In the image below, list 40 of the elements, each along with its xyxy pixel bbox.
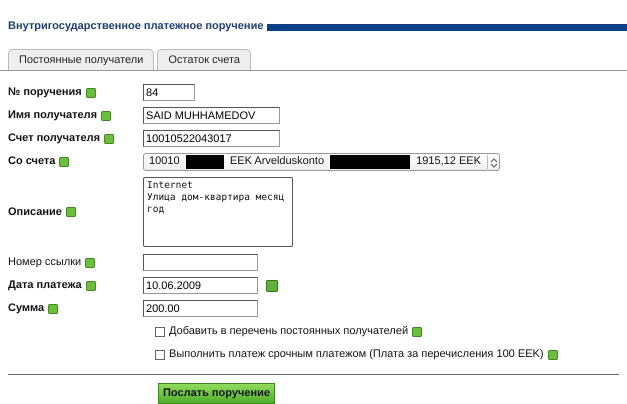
chevron-icon [487,154,499,168]
info-icon[interactable] [48,304,58,314]
checkbox-label: Выполнить платеж срочным платежом (Плата за перечисления 100 EEK) [169,347,544,362]
page-title: Внутригосударственное платежное поручение [7,19,264,34]
submit-button[interactable]: Послать поручение [158,383,275,404]
field-label: Номер ссылки [8,255,82,270]
info-icon[interactable] [412,326,422,336]
info-icon[interactable] [100,110,111,120]
redaction-mark [186,154,224,168]
info-icon[interactable] [104,134,114,144]
field-label: Счет получателя [8,131,100,146]
select-text: EEK Arvelduskonto [230,154,324,170]
field-label: Сумма [8,301,44,316]
info-icon[interactable] [86,280,96,290]
field-label: Описание [8,204,62,220]
field-label: Со счета [8,154,56,170]
info-icon[interactable] [59,156,70,166]
checkbox[interactable] [155,350,165,360]
calendar-icon[interactable] [266,280,278,292]
info-icon[interactable] [66,207,76,217]
info-icon[interactable] [86,88,96,98]
field-label: Дата платежа [8,278,82,294]
input-field[interactable]: 10.06.2009 [143,277,258,294]
account-select[interactable]: 10010 EEK Arvelduskonto 1915,12 EEK [143,152,500,170]
select-text: 1915,12 EEK [416,154,481,170]
input-field[interactable]: 10010522043017 [143,130,280,147]
select-text: 10010 [149,154,180,170]
field-label: Имя получателя [8,108,97,124]
info-icon[interactable] [85,258,96,268]
field-label: № поручения [8,85,82,100]
input-field[interactable]: SAID MUHHAMEDOV [143,107,280,124]
input-field[interactable] [143,254,258,271]
checkbox-label: Добавить в перечень постоянных получателей [169,324,408,340]
input-field[interactable]: 200.00 [143,300,258,317]
checkbox[interactable] [155,326,165,336]
input-field[interactable]: 84 [143,84,195,101]
description-field[interactable]: Internet Улица дом-квартира месяц год [143,177,293,247]
tab[interactable]: Постоянные получатели [8,48,154,70]
tab[interactable]: Остаток счета [157,48,251,70]
info-icon[interactable] [548,350,558,360]
